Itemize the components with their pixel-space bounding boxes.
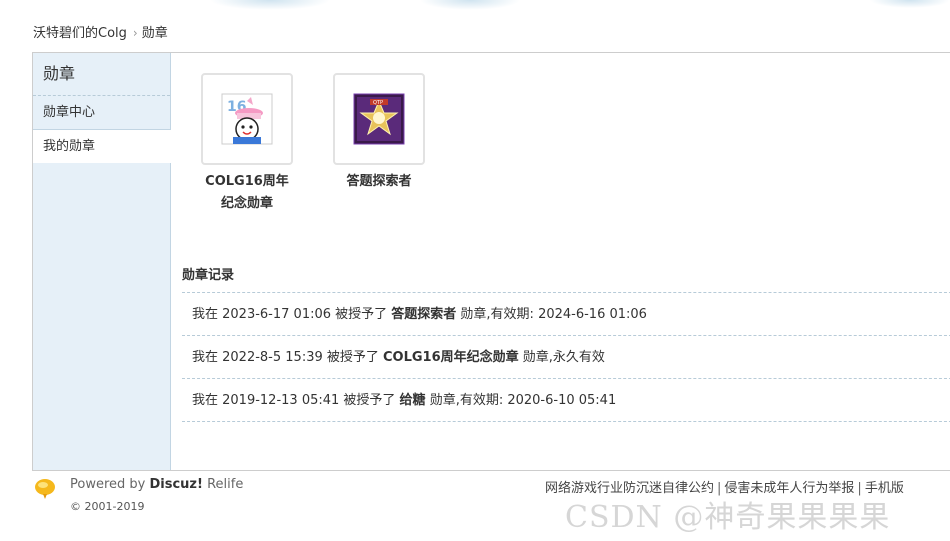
list-item: 我在 2019-12-13 05:41 被授予了 给糖 勋章,有效期: 2020… [182,379,950,422]
main-content: 16 COLG16周年纪念勋章 QTP 答题探索者 勋章记录 我在 2023-6… [171,53,950,470]
breadcrumb-separator: › [132,26,138,40]
record-text: 勋章,有效期: 2020-6-10 05:41 [425,393,617,408]
main-frame: 勋章 勋章中心 我的勋章 16 COLG16周年纪念勋章 QTP 答题探索者 勋… [32,52,950,471]
discuz-logo-icon [35,479,55,499]
medal-item: QTP 答题探索者 [331,73,427,193]
svg-text:QTP: QTP [373,100,383,106]
quiz-explorer-medal-icon: QTP [353,93,405,145]
watermark: CSDN @神奇果果果果 [565,500,891,535]
record-medal-name: 给糖 [399,393,426,408]
sidebar: 勋章 勋章中心 我的勋章 [33,53,171,470]
breadcrumb-current-link[interactable]: 勋章 [142,26,168,41]
medal-name: 答题探索者 [346,174,412,189]
copyright: © 2001-2019 [70,500,145,513]
breadcrumb: 沃特碧们的Colg › 勋章 [33,22,168,41]
powered-suffix: Relife [202,477,244,492]
sidebar-title: 勋章 [33,53,170,96]
sidebar-item-my-medals[interactable]: 我的勋章 [33,130,171,163]
medal-frame[interactable]: QTP [333,73,425,165]
record-text: 我在 2022-8-5 15:39 被授予了 [192,350,384,365]
record-text: 勋章,永久有效 [518,350,605,365]
list-item: 我在 2023-6-17 01:06 被授予了 答题探索者 勋章,有效期: 20… [182,293,950,336]
header-decoration [0,0,950,14]
record-text: 勋章,有效期: 2024-6-16 01:06 [456,307,647,322]
colg-16-anniversary-medal-icon: 16 [221,93,273,145]
powered-brand-link[interactable]: Discuz! [149,477,202,492]
record-medal-name: COLG16周年纪念勋章 [383,350,519,365]
records-title: 勋章记录 [182,268,235,283]
records-list: 我在 2023-6-17 01:06 被授予了 答题探索者 勋章,有效期: 20… [182,292,950,422]
medal-frame[interactable]: 16 [201,73,293,165]
record-medal-name: 答题探索者 [391,307,457,322]
sidebar-item-medal-center[interactable]: 勋章中心 [33,96,170,130]
powered-by: Powered by Discuz! Relife [70,477,243,492]
record-text: 我在 2023-6-17 01:06 被授予了 [192,307,392,322]
medal-item: 16 COLG16周年纪念勋章 [199,73,295,215]
powered-prefix: Powered by [70,477,150,492]
record-text: 我在 2019-12-13 05:41 被授予了 [192,393,400,408]
list-item: 我在 2022-8-5 15:39 被授予了 COLG16周年纪念勋章 勋章,永… [182,336,950,379]
breadcrumb-home-link[interactable]: 沃特碧们的Colg [33,26,127,41]
medal-name: COLG16周年纪念勋章 [205,174,289,211]
